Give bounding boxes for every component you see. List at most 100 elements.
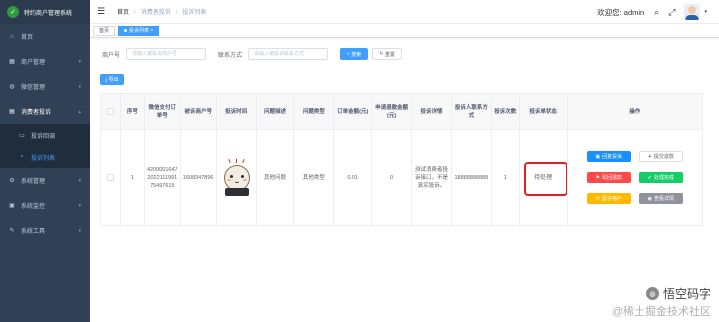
- export-button-label: 导出: [108, 77, 119, 83]
- header-cell: 序号: [121, 94, 145, 129]
- watermark-brand: ◍ 悟空码字: [612, 285, 711, 302]
- complete-button[interactable]: ✔ 处理完成: [638, 172, 683, 183]
- complaint-icon: ▤: [9, 109, 15, 115]
- monitor-icon: ▣: [9, 203, 15, 209]
- sidebar-item-label: 消费者投诉: [21, 110, 52, 116]
- refund-icon: ✈: [647, 153, 652, 160]
- reply-icon: ▣: [595, 153, 601, 160]
- sidebar: ✓ 特约商户管理系统 ⌂ 首页 ▦ 商户管理 ▾ ◍ 微信管理 ▾ ▤ 消费者投…: [0, 0, 90, 322]
- bear-blush: [227, 178, 232, 181]
- sparkle-mark: [236, 158, 238, 163]
- reply-complaint-button[interactable]: ▣ 回复投诉: [586, 151, 631, 162]
- breadcrumb-home[interactable]: 首页: [117, 10, 129, 16]
- header-cell: 申请退款金额(元): [372, 94, 413, 129]
- count-cell: 1: [492, 130, 520, 225]
- action-label: 查看详情: [653, 195, 674, 202]
- complaint-detail-cell: 测试消费者投诉接口，不是真实投诉。: [412, 130, 452, 225]
- chevron-up-icon: ▴: [78, 108, 81, 115]
- table-row: 1 4200001647202211199175497615 160834789…: [101, 130, 702, 225]
- bear-eye: [241, 174, 245, 178]
- sidebar-item-merchant[interactable]: ▦ 商户管理 ▾: [0, 49, 90, 74]
- view-detail-button[interactable]: ◉ 查看详情: [638, 193, 683, 204]
- sidebar-item-home[interactable]: ⌂ 首页: [0, 24, 90, 49]
- close-icon[interactable]: ×: [150, 28, 153, 34]
- chevron-down-icon: ▾: [78, 227, 81, 234]
- actions-cell: ▣ 回复投诉 ✈ 提交退款 ⚑ 驳回退款 ✔ 处理完成 ✉ 留言用户 ◉ 查看详情: [568, 130, 703, 225]
- app-logo[interactable]: ✓ 特约商户管理系统: [0, 0, 90, 24]
- header-cell: 微信支付订单号: [145, 94, 181, 129]
- problem-type-cell: 其他类型: [294, 130, 335, 225]
- complaint-time-cell: [217, 130, 257, 225]
- row-checkbox[interactable]: [106, 174, 114, 181]
- sidebar-item-complaint-list[interactable]: ▪ 投诉列表: [0, 146, 90, 168]
- search-form: 商户号 请输入被投诉商户号 联系方式 请输入被投诉联系方式 ⌕ 搜索 ↻ 重置: [102, 48, 402, 60]
- message-user-button[interactable]: ✉ 留言用户: [586, 193, 631, 204]
- problem-desc-cell: 其他问题: [257, 130, 295, 225]
- submit-refund-button[interactable]: ✈ 提交退款: [638, 151, 683, 162]
- list-icon: ▪: [20, 154, 24, 160]
- reset-button[interactable]: ↻ 重置: [372, 48, 402, 60]
- message-icon: ✉: [595, 195, 600, 202]
- welcome-text: 欢迎您: admin: [597, 7, 645, 17]
- header-cell: 投诉人联系方式: [452, 94, 492, 129]
- header-cell: 投诉单状态: [520, 94, 568, 129]
- action-label: 驳回退款: [602, 174, 623, 181]
- row-select-cell[interactable]: [101, 130, 121, 225]
- header-cell: 投诉次数: [492, 94, 520, 129]
- home-icon: ⌂: [10, 33, 14, 40]
- status-highlight-box: [523, 162, 567, 196]
- sidebar-item-complaint-callback[interactable]: ▭ 投诉回调: [0, 124, 90, 146]
- sidebar-item-label: 系统监控: [21, 204, 46, 210]
- tag-home[interactable]: 首页: [93, 25, 116, 36]
- search-icon[interactable]: ⌕: [654, 7, 659, 18]
- store-icon: ▦: [9, 59, 15, 65]
- status-cell: 待处理: [520, 130, 568, 225]
- caret-down-icon[interactable]: ▾: [704, 9, 707, 15]
- bear-mouth: [235, 181, 240, 183]
- header-cell: 投诉时间: [217, 94, 257, 129]
- merchant-no-cell: 1608347896: [181, 130, 217, 225]
- complaint-image[interactable]: [219, 158, 253, 198]
- bear-face: [224, 164, 251, 191]
- flag-icon: ⚑: [595, 174, 600, 181]
- reject-refund-button[interactable]: ⚑ 驳回退款: [586, 172, 631, 183]
- menu-toggle-icon[interactable]: ☰: [97, 6, 111, 17]
- merchant-no-label: 商户号: [102, 52, 121, 59]
- action-label: 留言用户: [601, 195, 622, 202]
- wechat-icon: ◍: [9, 84, 15, 90]
- tool-icon: ✎: [9, 228, 15, 234]
- header-cell: 订单金额(元): [334, 94, 373, 129]
- sidebar-item-label: 首页: [21, 35, 34, 41]
- tag-complaint-list[interactable]: 投诉列表 ×: [118, 25, 160, 36]
- fullscreen-icon[interactable]: ⤢: [668, 7, 675, 18]
- bear-phone: [225, 187, 250, 196]
- export-button[interactable]: ⤓ 导出: [100, 74, 124, 85]
- chevron-down-icon: ▾: [78, 58, 81, 65]
- user-area: 欢迎您: admin ⌕ ⤢ ▾: [597, 0, 707, 24]
- table-header: 序号 微信支付订单号 被诉商户号 投诉时间 问题描述 问题类型 订单金额(元) …: [101, 94, 702, 130]
- callback-icon: ▭: [19, 132, 25, 139]
- sidebar-item-complaints[interactable]: ▤ 消费者投诉 ▴: [0, 99, 90, 124]
- reset-button-label: 重置: [384, 51, 395, 58]
- header-cell: 操作: [629, 108, 641, 115]
- select-all-checkbox[interactable]: [106, 108, 114, 115]
- sidebar-item-label: 系统工具: [21, 229, 46, 235]
- action-label: 处理完成: [653, 174, 674, 181]
- wechat-icon: ◍: [645, 287, 659, 300]
- avatar[interactable]: [684, 4, 701, 20]
- sidebar-item-tools[interactable]: ✎ 系统工具 ▾: [0, 218, 90, 243]
- header-cell: 问题类型: [294, 94, 335, 129]
- header-select-all[interactable]: [101, 94, 121, 129]
- watermark-line1: 悟空码字: [662, 287, 711, 301]
- merchant-no-input[interactable]: 请输入被投诉商户号: [126, 48, 207, 60]
- contact-cell: 18888888888: [452, 130, 492, 225]
- sidebar-item-wechat[interactable]: ◍ 微信管理 ▾: [0, 74, 90, 99]
- order-no-cell: 4200001647202211199175497615: [145, 130, 181, 225]
- sidebar-item-monitor[interactable]: ▣ 系统监控 ▾: [0, 193, 90, 218]
- header-cell: 被诉商户号: [181, 94, 217, 129]
- sidebar-item-system[interactable]: ⚙ 系统管理 ▾: [0, 168, 90, 193]
- contact-input[interactable]: 请输入被投诉联系方式: [248, 48, 329, 60]
- header-cell: 问题描述: [257, 94, 295, 129]
- search-button[interactable]: ⌕ 搜索: [340, 48, 369, 60]
- action-label: 回复投诉: [602, 153, 623, 160]
